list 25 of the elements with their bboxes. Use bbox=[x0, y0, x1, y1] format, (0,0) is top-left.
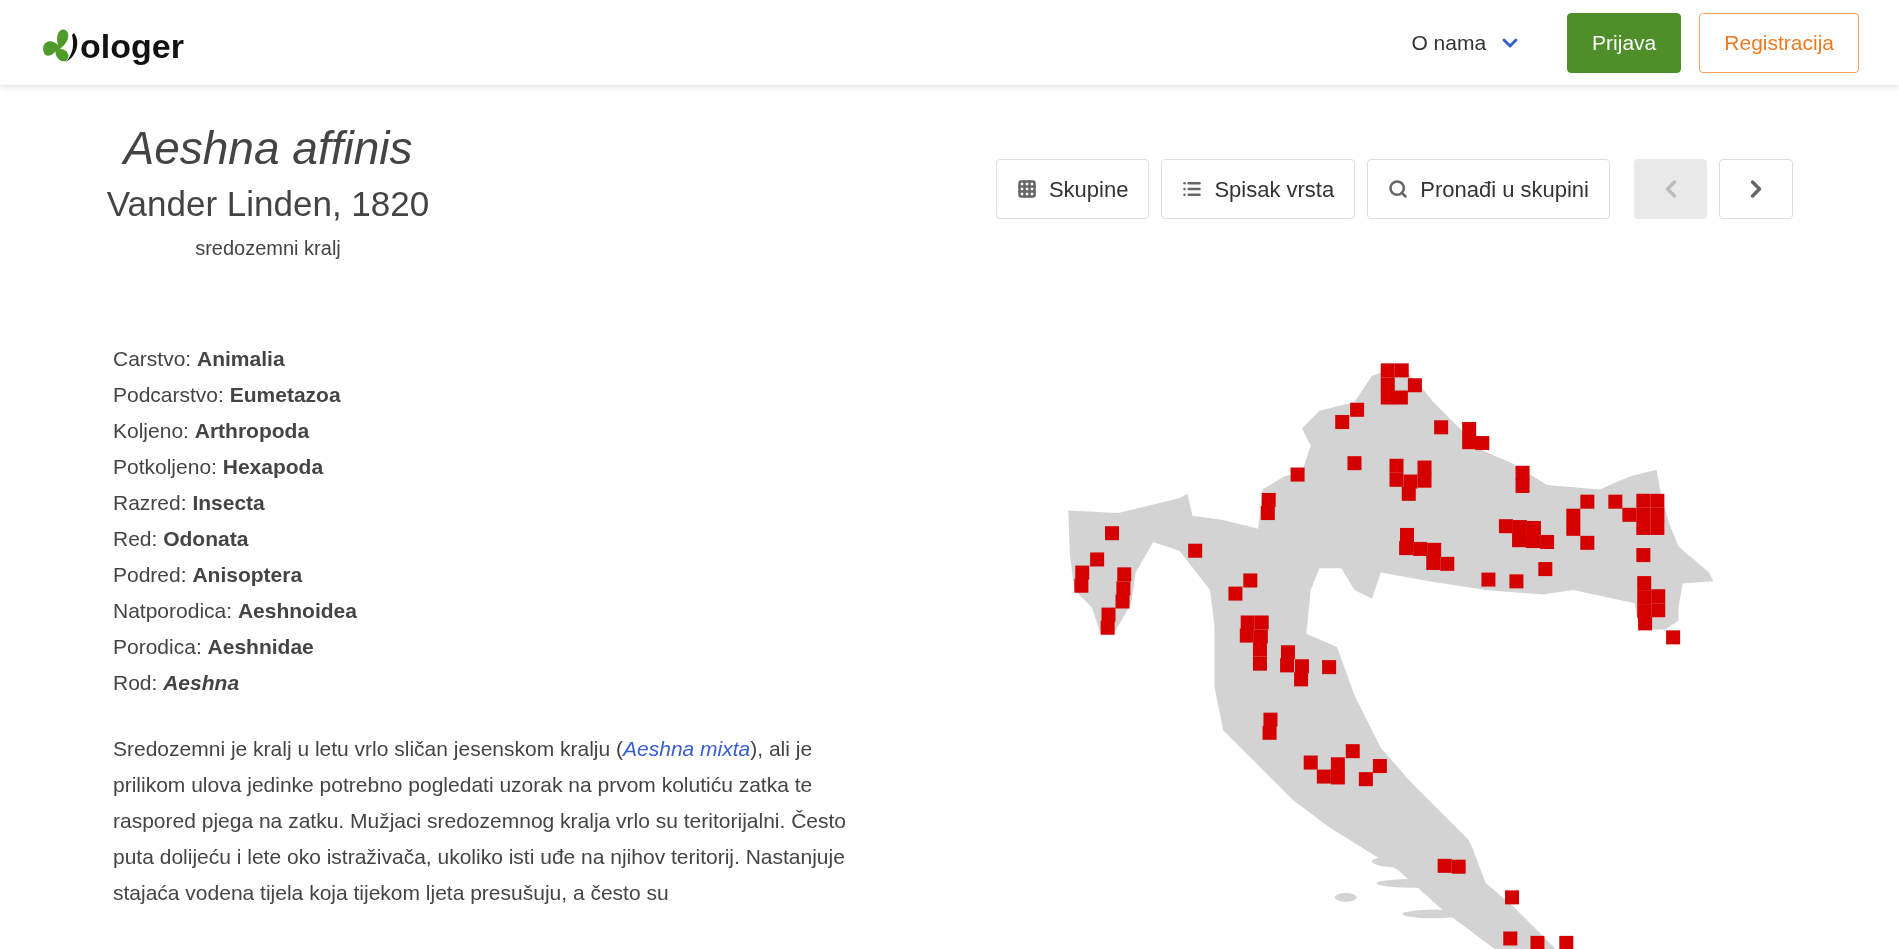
taxonomy-line: Potkoljeno: Hexapoda bbox=[113, 454, 325, 480]
species-link[interactable]: Aeshna mixta bbox=[623, 737, 751, 760]
taxonomy-line: Podcarstvo: Eumetazoa bbox=[113, 382, 342, 408]
logo-text: ologer bbox=[80, 28, 184, 63]
taxonomy-line: Podred: Anisoptera bbox=[113, 562, 304, 588]
taxonomy-line: Razred: Insecta bbox=[113, 490, 266, 516]
species-name: Aeshna affinis bbox=[120, 121, 414, 176]
taxonomy-line: Koljeno: Arthropoda bbox=[113, 418, 311, 444]
taxonomy-line: Natporodica: Aeshnoidea bbox=[113, 598, 358, 624]
about-menu[interactable]: O nama bbox=[1411, 26, 1523, 59]
toolbar-button[interactable]: Pronađi u skupini bbox=[1367, 159, 1610, 219]
grid-icon bbox=[1016, 179, 1037, 199]
toolbar-button[interactable]: Spisak vrsta bbox=[1161, 159, 1356, 219]
taxonomy-line: Porodica: Aeshnidae bbox=[113, 634, 315, 660]
search-icon bbox=[1388, 179, 1409, 199]
taxonomy-line: Rod: Aeshna bbox=[113, 670, 241, 696]
taxonomy-line: Red: Odonata bbox=[113, 526, 250, 552]
login-button[interactable]: Prijava bbox=[1567, 12, 1682, 73]
list-icon bbox=[1182, 179, 1203, 199]
next-button[interactable] bbox=[1719, 159, 1793, 219]
species-author: Vander Linden, 1820 bbox=[105, 183, 431, 225]
toolbar-button[interactable]: Skupine bbox=[995, 159, 1150, 219]
description-paragraph: Sredozemni je kralj u letu vrlo sličan jesenskom kralju (Aeshna mixta), ali je prilikom ulova jedinke potrebno pogledati uzorak na prvom kolutiću zatka te raspored pjega na zatku. Mužjaci sredozemnog kralja vrlo su teritorijalni. Često puta dolijeću i lete oko istraživača, ukoliko isti uđe na njihov teritorij. Nastanjuje stajaća vodena tijela koja tijekom ljeta presušuju, a često su bbox=[113, 736, 847, 906]
common-name: sredozemni kralj bbox=[194, 236, 342, 261]
taxonomy-line: Carstvo: Animalia bbox=[113, 346, 286, 372]
